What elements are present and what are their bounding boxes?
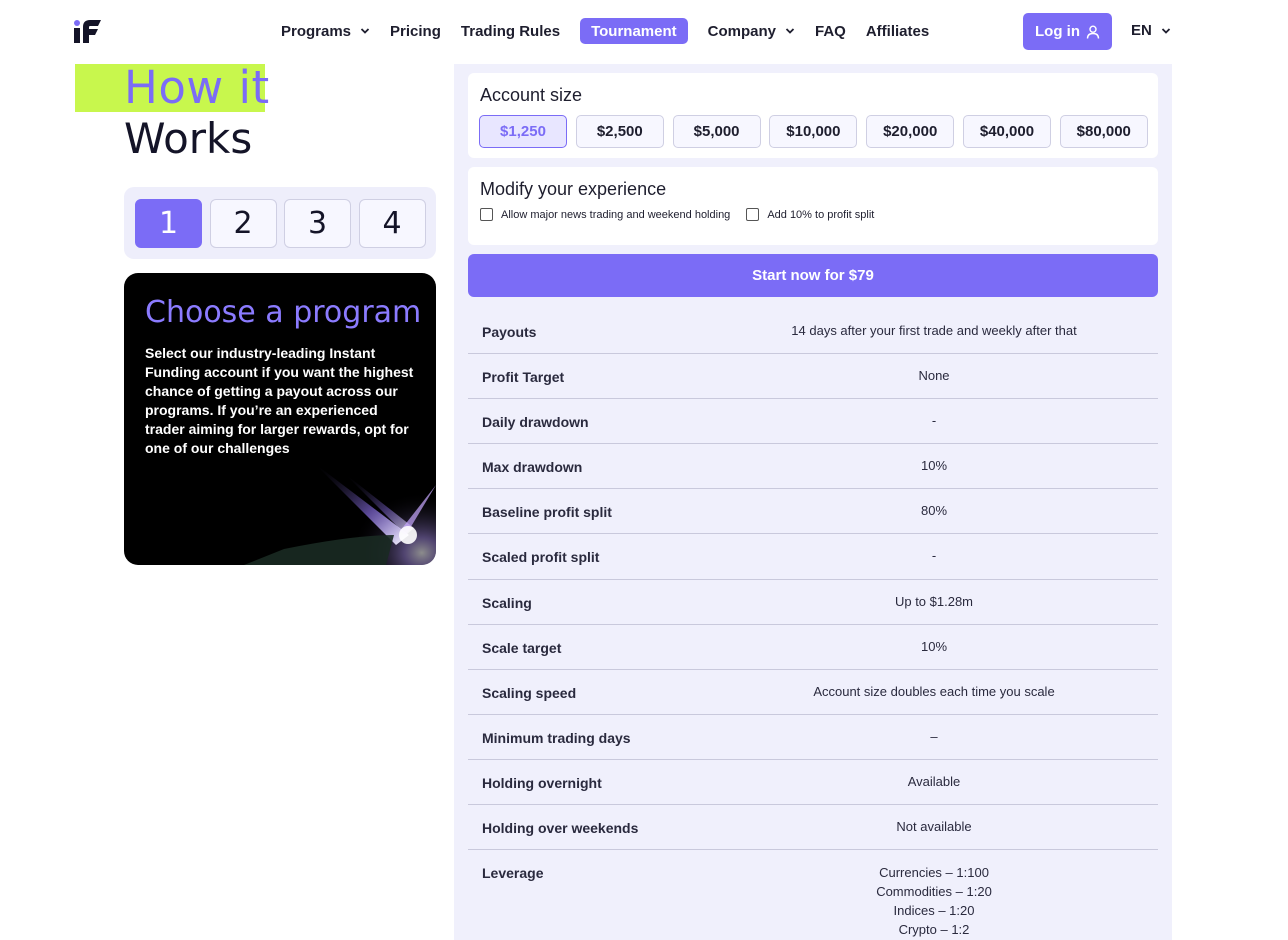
step-button-3[interactable]: 3	[284, 198, 351, 248]
rule-name: Daily drawdown	[482, 414, 589, 431]
start-now-button[interactable]: Start now for $79	[468, 254, 1158, 297]
nav-label: FAQ	[814, 22, 846, 40]
rule-name: Scaling	[482, 594, 532, 611]
leverage-values: Currencies – 1:100 Commodities – 1:20 Indi…	[734, 863, 1134, 939]
nav-label: Affiliates	[865, 22, 930, 40]
nav-label: Company	[707, 22, 776, 40]
step-button-1[interactable]: 1	[135, 198, 202, 248]
login-label: Log in	[1035, 23, 1080, 40]
rule-value: None	[918, 368, 950, 384]
table-row: Payouts 14 days after your first trade an…	[468, 309, 1158, 355]
account-size-options: $1,250 $2,500 $5,000 $10,000 $20,000 $40,000 $…	[479, 115, 1157, 148]
table-row: Holding overnight Available	[468, 760, 1158, 806]
rule-value: -	[931, 413, 937, 429]
option-label: Allow major news trading and weekend hol…	[501, 208, 731, 221]
table-row: Minimum trading days –	[468, 715, 1158, 760]
rule-name: Scaling speed	[482, 684, 577, 701]
checkbox[interactable]	[480, 208, 493, 221]
rule-value: Account size doubles each time you scale	[813, 683, 1055, 699]
account-size-option[interactable]: $80,000	[1059, 115, 1148, 148]
rule-name: Leverage	[482, 865, 544, 882]
rule-value: Available	[907, 773, 961, 789]
table-row: Scaling speed Account size doubles each t…	[468, 670, 1158, 715]
language-label: EN	[1131, 22, 1152, 39]
nav-item-programs[interactable]: Programs	[281, 18, 370, 44]
rule-name: Payouts	[482, 324, 537, 340]
modify-option[interactable]: Allow major news trading and weekend hol…	[480, 208, 730, 221]
account-size-title: Account size	[480, 85, 583, 105]
rule-value: –	[930, 728, 938, 744]
card-description: Select our industry-leading Instant Fund…	[145, 345, 414, 456]
account-size-option[interactable]: $10,000	[769, 115, 858, 148]
nav-label: Trading Rules	[460, 22, 561, 40]
account-size-option[interactable]: $20,000	[866, 115, 955, 148]
nav-item-affiliates[interactable]: Affiliates	[866, 18, 929, 44]
account-size-option[interactable]: $2,500	[575, 115, 664, 148]
leverage-value: Indices – 1:20	[893, 903, 975, 919]
main-nav: Programs Pricing Trading Rules Tournament Co…	[281, 18, 949, 44]
rule-name: Baseline profit split	[482, 504, 612, 521]
chevron-down-icon	[785, 26, 795, 36]
checkbox[interactable]	[746, 208, 760, 221]
how-heading-line2: Works	[124, 114, 253, 163]
program-card: Choose a program Select our industry-lea…	[124, 273, 436, 565]
nav-label: Tournament	[591, 22, 677, 40]
table-row: Scaling Up to $1.28m	[468, 580, 1158, 625]
rule-value: Up to $1.28m	[894, 593, 974, 609]
login-button[interactable]: Log in	[1023, 13, 1112, 50]
account-size-box: Account size $1,250 $2,500 $5,000 $10,000 $2…	[468, 73, 1158, 158]
account-size-option[interactable]: $1,250	[479, 115, 567, 148]
site-header: Programs Pricing Trading Rules Tournament Co…	[0, 0, 1288, 64]
table-row: Holding over weekends Not available	[468, 805, 1158, 851]
brand-logo[interactable]	[74, 19, 102, 43]
rule-name: Minimum trading days	[482, 729, 631, 746]
user-icon	[1086, 24, 1100, 39]
rule-value: 80%	[920, 503, 948, 519]
rule-name: Holding overnight	[482, 774, 602, 791]
rule-value: Not available	[896, 819, 972, 835]
chevron-down-icon	[1161, 26, 1171, 36]
step-button-2[interactable]: 2	[209, 198, 277, 248]
account-size-option[interactable]: $5,000	[672, 115, 761, 148]
rule-value: 10%	[920, 458, 948, 474]
nav-item-pricing[interactable]: Pricing	[390, 18, 441, 44]
leverage-value: Commodities – 1:20	[876, 884, 992, 900]
rule-value: 14 days after your first trade and weekl…	[791, 323, 1077, 338]
table-row: Scaled profit split -	[468, 534, 1158, 580]
nav-item-tournament[interactable]: Tournament	[580, 18, 688, 44]
rule-name: Scale target	[482, 639, 562, 656]
table-row: Daily drawdown -	[468, 399, 1158, 445]
rules-table: Payouts 14 days after your first trade an…	[468, 309, 1158, 940]
table-row: Baseline profit split 80%	[468, 489, 1158, 535]
modify-title: Modify your experience	[480, 179, 667, 199]
rule-name: Max drawdown	[482, 459, 583, 476]
rule-value: -	[931, 548, 937, 564]
step-selector: 1234	[124, 187, 436, 259]
table-row: Max drawdown 10%	[468, 444, 1158, 490]
card-title: Choose a program	[145, 295, 422, 330]
modify-option[interactable]: Add 10% to profit split	[746, 208, 874, 221]
leverage-value: Currencies – 1:100	[879, 865, 989, 881]
rule-name: Profit Target	[482, 369, 565, 386]
nav-label: Programs	[281, 22, 352, 40]
account-size-option[interactable]: $40,000	[962, 115, 1051, 148]
rule-value: 10%	[920, 638, 948, 654]
chevron-down-icon	[360, 26, 370, 36]
nav-item-faq[interactable]: FAQ	[815, 18, 846, 44]
table-row-leverage: Leverage Currencies – 1:100 Commodities – …	[468, 850, 1158, 940]
step-button-4[interactable]: 4	[358, 198, 426, 248]
leverage-value: Crypto – 1:2	[898, 922, 970, 938]
nav-item-company[interactable]: Company	[708, 18, 795, 44]
rule-name: Holding over weekends	[482, 820, 639, 837]
language-selector[interactable]: EN	[1131, 22, 1171, 39]
rule-name: Scaled profit split	[482, 549, 600, 566]
modify-box: Modify your experience Allow major news …	[468, 167, 1158, 245]
nav-label: Pricing	[390, 22, 441, 40]
how-heading-line1: How it	[124, 61, 270, 114]
table-row: Profit Target None	[468, 354, 1158, 400]
modify-options: Allow major news trading and weekend hol…	[480, 208, 890, 221]
nav-item-trading-rules[interactable]: Trading Rules	[461, 18, 560, 44]
option-label: Add 10% to profit split	[767, 208, 875, 221]
table-row: Scale target 10%	[468, 625, 1158, 670]
